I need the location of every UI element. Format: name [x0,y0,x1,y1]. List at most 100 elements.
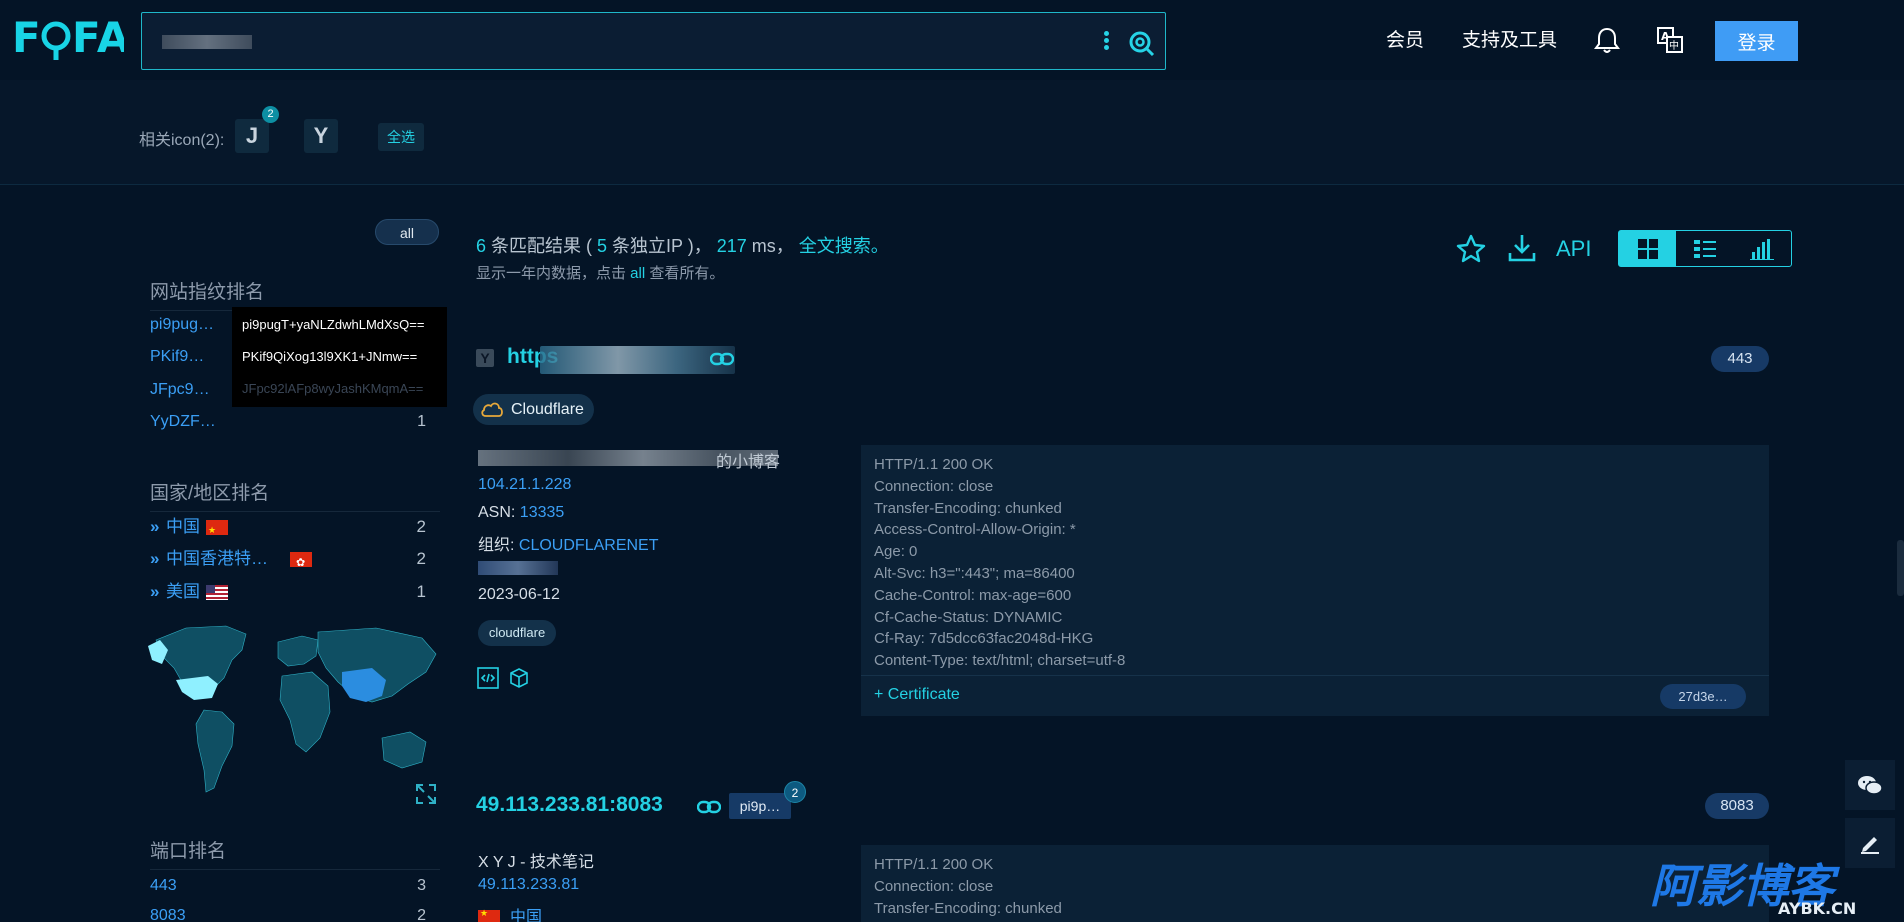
asn-row: ASN: 13335 [478,504,564,522]
site-favicon-y: Y [476,349,494,367]
http-header-line: Connection: close [874,477,994,495]
country-item-hk[interactable]: » 中国香港特… 2 [150,547,426,575]
site-title-tail: 的小博客 [716,454,781,471]
scrollbar-thumb[interactable] [1897,540,1904,596]
org-row: 组织: CLOUDFLARENET [478,531,658,555]
nav-member[interactable]: 会员 [1386,28,1424,54]
port-item[interactable]: 443 3 [150,874,426,898]
grid-view-icon [1637,238,1658,259]
certificate-hash[interactable]: 27d3e… [1660,684,1746,709]
country-row: 中国 [478,903,542,922]
port-badge[interactable]: 443 [1711,346,1769,372]
country-item-us[interactable]: » 美国 1 [150,580,426,604]
country-link[interactable]: 中国 [510,909,542,922]
product-tag[interactable]: cloudflare [478,620,556,646]
double-chevron-icon: » [150,517,160,536]
fingerprint-rank-title: 网站指纹排名 [150,277,440,311]
more-options-icon[interactable] [1097,29,1115,55]
fofa-logo-mark: F FA [12,13,129,62]
us-highlight-shape [176,676,218,700]
port-rank-title: 端口排名 [150,836,440,870]
http-header-line: Connection: close [874,877,994,895]
watermark-sub: AYBK.CN [1778,899,1856,918]
world-map[interactable] [146,620,442,808]
fofa-logo[interactable]: F FA [12,13,129,62]
http-header-line: Transfer-Encoding: chunked [874,499,1062,517]
related-icon-badge: 2 [262,106,279,123]
fingerprint-label: JFpc9… [150,381,210,398]
translate-icon[interactable]: A 中 [1656,26,1684,54]
http-response-panel[interactable]: HTTP/1.1 200 OK Connection: close Transf… [861,445,1769,675]
country-rank-title: 国家/地区排名 [150,478,440,512]
star-icon[interactable] [1455,233,1487,265]
login-button[interactable]: 登录 [1715,21,1798,61]
search-icon[interactable] [1127,29,1155,57]
hong-kong-flag-icon [290,551,312,575]
certificate-label: Certificate [887,686,960,703]
wechat-button[interactable] [1845,760,1895,810]
plus-icon: + [874,686,888,703]
http-header-line: Cf-Ray: 7d5dcc63fac2048d-HKG [874,630,1094,648]
port-badge[interactable]: 8083 [1705,793,1769,819]
full-text-search-link[interactable]: 全文搜索 [799,236,871,256]
double-chevron-icon: » [150,549,160,568]
country-item-cn[interactable]: » 中国 2 [150,515,426,542]
code-icon[interactable] [477,667,499,689]
download-icon[interactable] [1506,232,1538,264]
port-count: 2 [417,907,426,922]
europe-shape [277,635,319,667]
bar-chart-icon [1750,238,1775,260]
http-response-panel[interactable]: HTTP/1.1 200 OK Connection: close Transf… [861,845,1769,922]
location-redacted [478,561,558,575]
port-item[interactable]: 8083 2 [150,904,426,922]
pencil-icon [1861,837,1879,854]
related-icon-y[interactable]: Y [304,119,338,153]
certificate-bar[interactable]: + Certificate 27d3e… [861,675,1769,716]
fingerprint-label: PKif9… [150,348,205,365]
summary-text: 条独立IP )， [607,236,717,256]
expand-icon[interactable] [414,782,438,806]
bell-icon[interactable] [1594,26,1620,54]
asn-label: ASN: [478,504,520,521]
result-title-link[interactable]: 49.113.233.81:8083 [476,793,663,817]
asn-link[interactable]: 13335 [520,504,565,521]
cloudflare-tag[interactable]: Cloudflare [473,394,594,425]
ip-link[interactable]: 49.113.233.81 [478,876,579,894]
fingerprint-count: 1 [417,413,426,430]
fingerprint-tooltip: pi9pugT+yaNLZdwhLMdXsQ== PKif9QiXog13l9X… [232,307,447,407]
nav-support-tools[interactable]: 支持及工具 [1462,28,1557,54]
org-link[interactable]: CLOUDFLARENET [519,537,659,554]
ip-count: 5 [597,236,608,256]
stats-view-button[interactable] [1734,231,1791,266]
list-view-button[interactable] [1676,231,1733,266]
api-link[interactable]: API [1556,236,1591,262]
all-filter-pill[interactable]: all [375,219,439,245]
australia-shape [381,731,427,769]
country-count: 1 [416,582,426,601]
cube-icon[interactable] [508,667,530,689]
title-redacted [540,346,735,374]
fingerprint-tag[interactable]: pi9p… [729,793,791,819]
double-chevron-icon: » [150,582,160,601]
view-switch[interactable] [1618,230,1792,267]
port-count: 3 [417,877,426,894]
certificate-expand[interactable]: + Certificate [874,686,960,704]
link-icon[interactable] [697,800,721,814]
grid-view-button[interactable] [1619,231,1677,266]
south-america-shape [195,709,235,793]
search-box[interactable] [141,12,1166,70]
http-header-line: HTTP/1.1 200 OK [874,856,994,873]
link-icon[interactable] [710,352,734,366]
show-all-link[interactable]: all [630,265,645,282]
summary-text: ms， [746,236,799,256]
ip-link[interactable]: 104.21.1.228 [478,476,571,494]
fingerprint-label: pi9pug… [150,316,215,333]
search-input[interactable] [158,27,1058,55]
svg-text:F: F [12,14,42,60]
fingerprint-item[interactable]: YyDZF… 1 [150,410,426,434]
select-all-button[interactable]: 全选 [378,123,424,151]
related-icon-j[interactable]: J [235,119,269,153]
country-count: 2 [416,517,426,536]
http-header-line: Cf-Cache-Status: DYNAMIC [874,608,1063,626]
fingerprint-label: YyDZF… [150,413,216,430]
